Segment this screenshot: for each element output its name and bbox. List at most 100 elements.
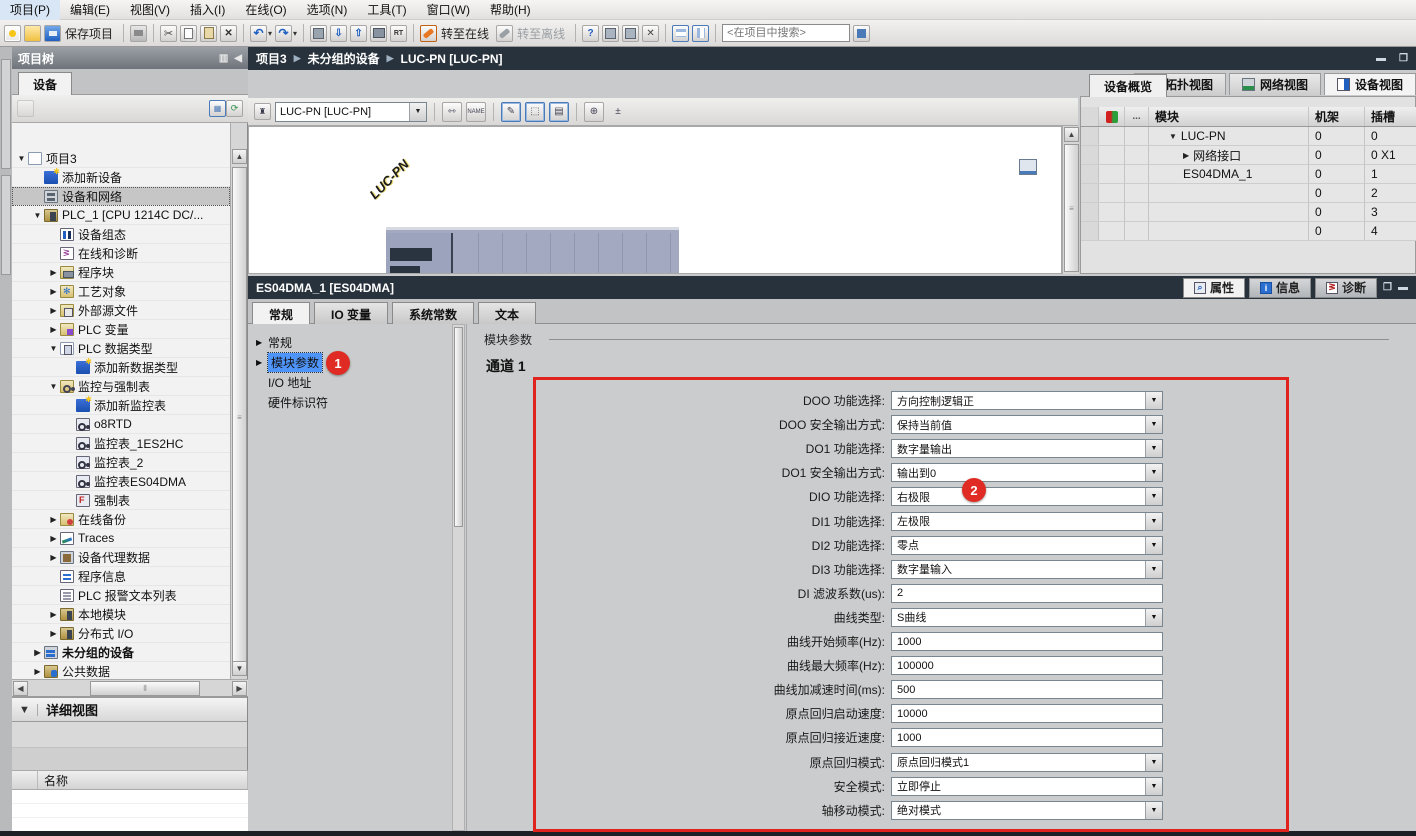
library-icon[interactable] (853, 25, 870, 42)
breadcrumb-item[interactable]: 项目3 (256, 50, 287, 67)
float-panel-icon[interactable]: ❐ (1383, 282, 1392, 293)
nav-item-I/O 地址[interactable]: I/O 地址 (248, 372, 452, 392)
start-simulation-icon[interactable] (370, 25, 387, 42)
tree-item[interactable]: ▶工艺对象 (12, 282, 230, 301)
expand-closed-icon[interactable]: ▶ (48, 629, 59, 638)
tree-item[interactable]: PLC 报警文本列表 (12, 586, 230, 605)
tab-属性[interactable]: ⌕属性 (1183, 278, 1245, 298)
split-editor-v-icon[interactable] (622, 25, 639, 42)
field-dropdown[interactable]: 绝对模式▼ (891, 801, 1163, 820)
rename-icon[interactable]: NAME (466, 102, 486, 122)
field-dropdown[interactable]: 零点▼ (891, 536, 1163, 555)
expand-closed-icon[interactable]: ▶ (1183, 151, 1189, 160)
undo-icon[interactable] (250, 25, 267, 42)
tree-item[interactable]: ▼项目3 (12, 149, 230, 168)
compile-icon[interactable] (310, 25, 327, 42)
scroll-left-icon[interactable]: ◀ (13, 681, 28, 696)
tree-item[interactable]: ▶外部源文件 (12, 301, 230, 320)
split-editor-h-icon[interactable] (602, 25, 619, 42)
expand-open-icon[interactable]: ▼ (1169, 132, 1177, 141)
tree-item[interactable]: 添加新设备 (12, 168, 230, 187)
menu-帮助(H)[interactable]: 帮助(H) (480, 0, 541, 20)
expand-closed-icon[interactable]: ▶ (48, 306, 59, 315)
chevron-down-icon[interactable]: ▼ (1145, 537, 1162, 554)
online-diagnostics-icon[interactable] (582, 25, 599, 42)
column-rack[interactable]: 机架 (1309, 107, 1365, 126)
page-preview-icon[interactable] (1019, 159, 1037, 175)
menu-窗口(W)[interactable]: 窗口(W) (417, 0, 480, 20)
tree-item[interactable]: 添加新监控表 (12, 396, 230, 415)
tree-item[interactable]: 设备组态 (12, 225, 230, 244)
tree-item[interactable]: ▶在线备份 (12, 510, 230, 529)
scroll-up-icon[interactable]: ▲ (232, 149, 247, 164)
field-dropdown[interactable]: 右极限▼ (891, 487, 1163, 506)
field-input[interactable]: 1000 (891, 728, 1163, 747)
nav-item-硬件标识符[interactable]: 硬件标识符 (248, 392, 452, 412)
menu-选项(N)[interactable]: 选项(N) (297, 0, 358, 20)
field-input[interactable]: 10000 (891, 704, 1163, 723)
field-dropdown[interactable]: 输出到0▼ (891, 463, 1163, 482)
tree-item[interactable]: 监控表ES04DMA (12, 472, 230, 491)
toolbar-label[interactable]: 转至离线 (517, 25, 565, 42)
expand-closed-icon[interactable]: ▶ (256, 358, 268, 367)
paste-icon[interactable] (200, 25, 217, 42)
menu-插入(I)[interactable]: 插入(I) (180, 0, 235, 20)
edit-mode-icon[interactable]: ✎ (501, 102, 521, 122)
chevron-down-icon[interactable]: ▼ (1145, 754, 1162, 771)
overview-row[interactable]: ▶网络接口00 X1 (1081, 146, 1416, 165)
field-input[interactable]: 500 (891, 680, 1163, 699)
cross-reference-icon[interactable] (642, 25, 659, 42)
copy-icon[interactable] (180, 25, 197, 42)
field-input[interactable]: 2 (891, 584, 1163, 603)
tree-item[interactable]: 在线和诊断 (12, 244, 230, 263)
tab-device-overview[interactable]: 设备概览 (1089, 74, 1167, 97)
scrollbar-thumb[interactable]: ≡ (1064, 144, 1079, 272)
cut-icon[interactable] (160, 25, 177, 42)
menu-工具(T)[interactable]: 工具(T) (357, 0, 416, 20)
new-project-icon[interactable] (4, 25, 21, 42)
tree-item[interactable]: ▶Traces (12, 529, 230, 548)
tab-devices[interactable]: 设备 (18, 72, 72, 95)
expand-open-icon[interactable]: ▼ (16, 154, 27, 163)
nav-scrollbar[interactable] (452, 324, 465, 831)
expand-closed-icon[interactable]: ▶ (48, 534, 59, 543)
tree-item[interactable]: ▶程序块 (12, 263, 230, 282)
chevron-down-icon[interactable]: ▼ (1145, 802, 1162, 819)
expand-closed-icon[interactable]: ▶ (48, 287, 59, 296)
chevron-down-icon[interactable]: ▼ (409, 103, 426, 121)
open-project-icon[interactable] (24, 25, 41, 42)
chevron-down-icon[interactable]: ▼ (1145, 488, 1162, 505)
tab-诊断[interactable]: ᕒ诊断 (1315, 278, 1377, 298)
tree-item[interactable]: ▼监控与强制表 (12, 377, 230, 396)
redo-icon[interactable] (275, 25, 292, 42)
expand-closed-icon[interactable]: ▶ (48, 553, 59, 562)
minimize-icon[interactable]: ▬ (1376, 53, 1386, 64)
nav-item-常规[interactable]: ▶常规 (248, 332, 452, 352)
expand-open-icon[interactable]: ▼ (32, 211, 43, 220)
chevron-down-icon[interactable]: ▼ (1145, 392, 1162, 409)
tab-常规[interactable]: 常规 (252, 302, 310, 324)
tree-item[interactable]: 监控表_2 (12, 453, 230, 472)
zoom-icon[interactable]: ⊕ (584, 102, 604, 122)
tree-item[interactable]: 添加新数据类型 (12, 358, 230, 377)
tree-item[interactable]: o8RTD (12, 415, 230, 434)
details-view-icon[interactable]: ▦ (209, 100, 226, 117)
tab-IO 变量[interactable]: IO 变量 (314, 302, 388, 324)
device-canvas[interactable]: LUC-PN (248, 126, 1062, 274)
download-icon[interactable] (330, 25, 347, 42)
tree-item[interactable]: ▶设备代理数据 (12, 548, 230, 567)
collapse-panel-icon[interactable]: ▬ (1398, 282, 1408, 293)
expand-open-icon[interactable]: ▼ (48, 344, 59, 353)
table-view-icon[interactable]: ▤ (549, 102, 569, 122)
zoom-fit-icon[interactable]: ± (608, 102, 628, 122)
field-dropdown[interactable]: 原点回归模式1▼ (891, 753, 1163, 772)
field-input[interactable]: 1000 (891, 632, 1163, 651)
tree-item[interactable]: ▶分布式 I/O (12, 624, 230, 643)
field-input[interactable]: 100000 (891, 656, 1163, 675)
device-selector[interactable]: LUC-PN [LUC-PN] ▼ (275, 102, 427, 122)
print-icon[interactable] (130, 25, 147, 42)
horizontal-split-icon[interactable] (672, 25, 689, 42)
menu-编辑(E)[interactable]: 编辑(E) (60, 0, 120, 20)
tree-item[interactable]: ▼PLC 数据类型 (12, 339, 230, 358)
chevron-down-icon[interactable]: ▼ (1145, 440, 1162, 457)
